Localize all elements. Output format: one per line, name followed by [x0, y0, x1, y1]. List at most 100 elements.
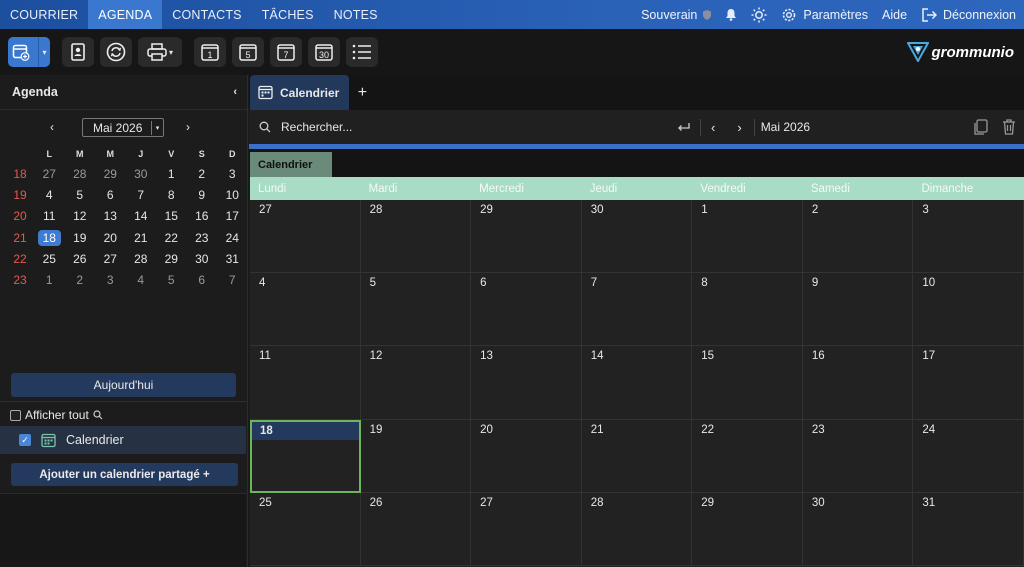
mini-calendar-day[interactable]: 16	[187, 206, 218, 227]
day-cell[interactable]: 20	[471, 419, 582, 493]
help-button[interactable]: Aide	[882, 8, 907, 22]
mini-calendar-day[interactable]: 11	[34, 206, 65, 227]
bell-icon[interactable]	[725, 8, 737, 21]
mini-calendar-today[interactable]: 18	[34, 227, 65, 248]
mini-calendar-day[interactable]: 27	[34, 163, 65, 184]
calendar-checkbox[interactable]: ✓	[19, 434, 31, 446]
week-number[interactable]: 18	[6, 163, 34, 184]
address-book-button[interactable]	[62, 37, 94, 67]
mini-calendar-day[interactable]: 7	[217, 269, 248, 290]
mini-calendar-day[interactable]: 23	[187, 227, 218, 248]
user-menu[interactable]: Souverain	[641, 8, 712, 22]
show-all-checkbox[interactable]	[10, 409, 21, 421]
logout-button[interactable]: Déconnexion	[921, 8, 1016, 22]
mini-calendar-day[interactable]: 4	[34, 184, 65, 205]
mini-calendar-day[interactable]: 27	[95, 248, 126, 269]
mini-calendar-day[interactable]: 28	[65, 163, 96, 184]
mini-calendar-day[interactable]: 29	[95, 163, 126, 184]
mini-calendar-day[interactable]: 8	[156, 184, 187, 205]
mini-calendar-day[interactable]: 6	[95, 184, 126, 205]
mini-calendar-day[interactable]: 30	[126, 163, 157, 184]
day-cell[interactable]: 5	[360, 273, 472, 347]
day-cell[interactable]: 28	[360, 200, 472, 274]
show-all-toggle[interactable]: Afficher tout	[10, 408, 103, 422]
mini-calendar-day[interactable]: 30	[187, 248, 218, 269]
day-cell[interactable]: 31	[913, 492, 1024, 566]
mini-calendar-day[interactable]: 4	[126, 269, 157, 290]
nav-tab-taches[interactable]: TÂCHES	[252, 0, 324, 29]
day-cell[interactable]: 22	[692, 419, 803, 493]
week-number[interactable]: 20	[6, 206, 34, 227]
day-cell[interactable]: 27	[471, 492, 582, 566]
day-cell[interactable]: 15	[692, 346, 803, 420]
week-number[interactable]: 19	[6, 184, 34, 205]
day-cell[interactable]: 16	[802, 346, 914, 420]
day-cell[interactable]: 3	[913, 200, 1024, 274]
next-month-icon[interactable]: ›	[737, 120, 741, 135]
settings-button[interactable]: Paramètres	[781, 7, 868, 23]
week-view-button[interactable]: 7	[270, 37, 302, 67]
mini-calendar-day[interactable]: 19	[65, 227, 96, 248]
new-event-button[interactable]: ▾	[8, 37, 50, 67]
day-cell[interactable]: 7	[581, 273, 693, 347]
brightness-icon[interactable]	[751, 7, 767, 23]
day-cell[interactable]: 30	[581, 200, 693, 274]
mini-calendar-day[interactable]: 14	[126, 206, 157, 227]
add-tab-button[interactable]: +	[349, 75, 375, 110]
print-button[interactable]: ▾	[138, 37, 182, 67]
day-cell[interactable]: 23	[802, 419, 914, 493]
day-cell[interactable]: 2	[802, 200, 914, 274]
mini-calendar-day[interactable]: 31	[217, 248, 248, 269]
day-cell[interactable]: 8	[692, 273, 803, 347]
tab-calendrier[interactable]: Calendrier	[250, 75, 350, 110]
workweek-view-button[interactable]: 5	[232, 37, 264, 67]
mini-calendar-day[interactable]: 28	[126, 248, 157, 269]
day-cell[interactable]: 26	[360, 492, 472, 566]
nav-tab-contacts[interactable]: CONTACTS	[162, 0, 251, 29]
month-view-button[interactable]: 30	[308, 37, 340, 67]
day-cell[interactable]: 13	[471, 346, 582, 420]
mini-calendar-day[interactable]: 6	[187, 269, 218, 290]
mini-calendar-day[interactable]: 22	[156, 227, 187, 248]
mini-calendar-day[interactable]: 17	[217, 206, 248, 227]
search-input[interactable]: Rechercher...	[281, 120, 671, 134]
mini-calendar-day[interactable]: 3	[95, 269, 126, 290]
mini-calendar-day[interactable]: 7	[126, 184, 157, 205]
mini-calendar-day[interactable]: 10	[217, 184, 248, 205]
day-cell[interactable]: 11	[250, 346, 361, 420]
list-view-button[interactable]	[346, 37, 378, 67]
day-cell[interactable]: 29	[692, 492, 803, 566]
day-cell[interactable]: 10	[913, 273, 1024, 347]
mini-calendar-day[interactable]: 1	[156, 163, 187, 184]
mini-calendar-day[interactable]: 21	[126, 227, 157, 248]
mini-calendar-day[interactable]: 2	[65, 269, 96, 290]
mini-calendar-day[interactable]: 20	[95, 227, 126, 248]
mini-calendar-month-select[interactable]: Mai 2026 ▾	[82, 118, 164, 137]
day-cell[interactable]: 25	[250, 492, 361, 566]
mini-calendar-day[interactable]: 3	[217, 163, 248, 184]
enter-icon[interactable]	[677, 122, 690, 132]
add-shared-calendar-button[interactable]: Ajouter un calendrier partagé +	[11, 463, 238, 486]
mini-calendar-day[interactable]: 5	[156, 269, 187, 290]
week-number[interactable]: 22	[6, 248, 34, 269]
mini-calendar-day[interactable]: 25	[34, 248, 65, 269]
today-button[interactable]: Aujourd'hui	[11, 373, 236, 397]
mini-calendar-day[interactable]: 2	[187, 163, 218, 184]
day-cell[interactable]: 27	[250, 200, 361, 274]
day-cell[interactable]: 14	[581, 346, 693, 420]
mini-calendar-day[interactable]: 12	[65, 206, 96, 227]
day-cell[interactable]: 30	[802, 492, 914, 566]
mini-calendar-day[interactable]: 5	[65, 184, 96, 205]
copy-icon[interactable]	[974, 119, 988, 135]
search-icon[interactable]	[93, 410, 103, 420]
mini-calendar-prev-icon[interactable]: ‹	[50, 120, 54, 134]
day-view-button[interactable]: 1	[194, 37, 226, 67]
mini-calendar-day[interactable]: 13	[95, 206, 126, 227]
mini-calendar-day[interactable]: 29	[156, 248, 187, 269]
sidebar-item-calendar[interactable]: ✓ Calendrier	[0, 426, 246, 454]
nav-tab-courrier[interactable]: COURRIER	[0, 0, 88, 29]
week-number[interactable]: 23	[6, 269, 34, 290]
day-cell-today[interactable]: 18	[250, 419, 361, 493]
mini-calendar-day[interactable]: 9	[187, 184, 218, 205]
day-cell[interactable]: 28	[581, 492, 693, 566]
